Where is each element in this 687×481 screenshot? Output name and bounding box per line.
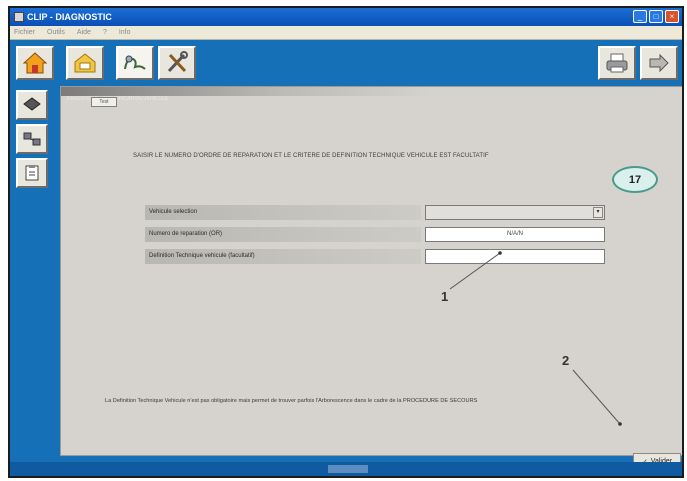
callout-overlay — [449, 251, 622, 426]
callout-1-line — [449, 252, 501, 290]
callout-1: 1 — [441, 289, 449, 304]
callout-2-line — [572, 369, 621, 425]
callout-2: 2 — [562, 353, 570, 368]
callout-2-dot — [618, 422, 622, 426]
callout-1-dot — [498, 251, 502, 255]
